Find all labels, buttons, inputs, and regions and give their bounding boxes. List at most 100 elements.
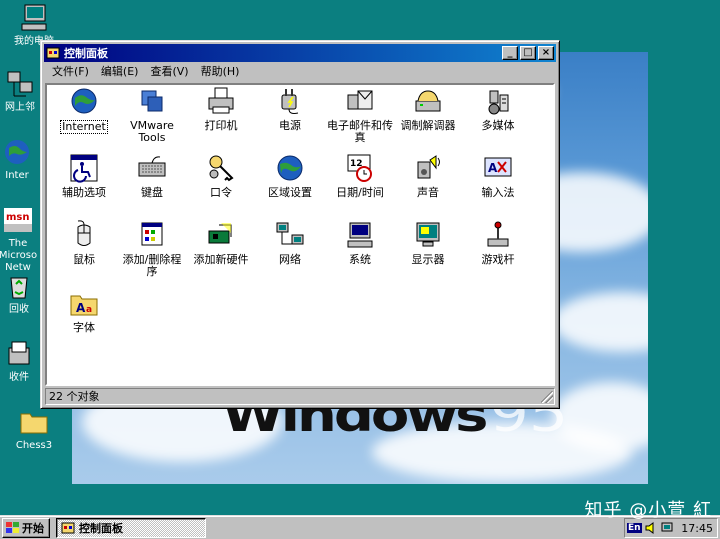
desktop-icon-inbox[interactable]: 收件 (0, 338, 44, 384)
accessibility-icon (70, 154, 98, 183)
applet-accessibility[interactable]: 辅助选项 (49, 152, 119, 199)
clock: 17:45 (681, 521, 713, 535)
applet-password-keys[interactable]: 口令 (186, 152, 256, 199)
applet-display-monitor[interactable]: 显示器 (393, 219, 463, 266)
applet-add-remove-programs[interactable]: 添加/删除程序 (117, 219, 187, 278)
applet-multimedia[interactable]: 多媒体 (463, 85, 533, 132)
mouse-icon (77, 220, 91, 246)
printer-icon (208, 87, 234, 114)
applet-label: 电源 (279, 119, 301, 132)
menu-view[interactable]: 查看(V) (144, 63, 194, 79)
applet-label: 口令 (210, 186, 232, 199)
window-title: 控制面板 (64, 47, 108, 60)
applet-mail-fax[interactable]: 电子邮件和传真 (325, 85, 395, 144)
applet-mouse[interactable]: 鼠标 (49, 219, 119, 266)
title-bar[interactable]: 控制面板 _ □ × (44, 44, 556, 62)
applet-add-hardware[interactable]: 添加新硬件 (186, 219, 256, 266)
network-icon (276, 222, 304, 245)
input-method-icon: A (484, 157, 512, 177)
recycle-bin-icon (10, 277, 28, 299)
applet-printer[interactable]: 打印机 (186, 85, 256, 132)
display-monitor-icon (416, 222, 440, 247)
applet-label: 输入法 (481, 186, 515, 199)
applet-label: VMware Tools (130, 119, 174, 144)
applet-label: 区域设置 (268, 186, 312, 199)
applet-label: 显示器 (411, 253, 445, 266)
desktop-icon-chess3[interactable]: Chess3 (0, 406, 69, 452)
system-computer-icon (347, 222, 373, 248)
modem-phone-icon (415, 90, 441, 112)
applet-regional-globe[interactable]: 区域设置 (255, 152, 325, 199)
fonts-folder-icon: Aa (70, 295, 98, 316)
applet-network[interactable]: 网络 (255, 219, 325, 266)
applet-joystick[interactable]: 游戏杆 (463, 219, 533, 266)
applet-internet-globe[interactable]: Internet (49, 85, 119, 134)
applet-label: 字体 (73, 321, 95, 334)
language-indicator[interactable]: En (627, 523, 642, 533)
folder-icon (20, 413, 48, 434)
applet-label: 系统 (349, 253, 371, 266)
internet-globe-icon (5, 140, 29, 164)
applet-label: 电子邮件和传真 (327, 119, 393, 144)
power-plug-icon (281, 89, 299, 114)
multimedia-icon (488, 90, 509, 115)
applet-date-time[interactable]: 12 日期/时间 (325, 152, 395, 199)
computer-icon (21, 4, 47, 31)
mail-fax-icon (347, 90, 373, 110)
add-hardware-icon (208, 223, 232, 244)
keyboard-icon (138, 156, 166, 177)
applet-label: 添加/删除程序 (122, 253, 182, 278)
joystick-icon (487, 221, 509, 247)
control-panel-icon (61, 522, 75, 533)
applet-label: 辅助选项 (62, 186, 106, 199)
sound-speaker-icon (417, 155, 440, 179)
applet-label: 声音 (417, 186, 439, 199)
internet-globe-icon (71, 88, 97, 114)
status-text: 22 个对象 (49, 390, 100, 403)
taskbar-item-control-panel[interactable]: 控制面板 (56, 517, 206, 538)
network-neighborhood-icon (7, 71, 33, 97)
regional-globe-icon (277, 155, 303, 181)
applet-modem-phone[interactable]: 调制解调器 (393, 85, 463, 132)
maximize-button[interactable]: □ (520, 46, 536, 60)
svg-text:a: a (86, 305, 92, 315)
applet-keyboard[interactable]: 键盘 (117, 152, 187, 199)
applet-label: 网络 (279, 253, 301, 266)
menu-file[interactable]: 文件(F) (46, 63, 95, 79)
svg-text:A: A (76, 301, 86, 315)
menu-edit[interactable]: 编辑(E) (95, 63, 145, 79)
inbox-icon (8, 341, 30, 365)
msn-icon: msn (4, 208, 32, 232)
control-panel-icon (46, 47, 60, 59)
watermark: 知乎 @小萱 紅 (584, 500, 712, 521)
resize-grip[interactable] (541, 391, 553, 403)
vmware-tools-icon (141, 90, 163, 112)
svg-text:msn: msn (6, 212, 30, 223)
applet-system-computer[interactable]: 系统 (325, 219, 395, 266)
status-bar: 22 个对象 (45, 388, 555, 405)
applet-sound-speaker[interactable]: 声音 (393, 152, 463, 199)
applet-label: 键盘 (141, 186, 163, 199)
desktop-icon-internet[interactable]: Inter (0, 136, 40, 182)
start-button[interactable]: 开始 (2, 517, 50, 538)
minimize-button[interactable]: _ (502, 46, 518, 60)
applet-label: Internet (60, 120, 108, 134)
network-tray-icon[interactable] (660, 521, 674, 535)
desktop-icon-msn[interactable]: msn The Microso Netw (0, 204, 42, 274)
windows-flag-icon (6, 521, 19, 533)
menu-help[interactable]: 帮助(H) (195, 63, 246, 79)
close-button[interactable]: × (538, 46, 554, 60)
applet-fonts-folder[interactable]: Aa 字体 (49, 287, 119, 334)
control-panel-content: Internet VMware Tools 打印机 电源 电子邮件和传真 调制解调器 多媒体… (45, 83, 555, 386)
applet-label: 日期/时间 (336, 186, 384, 199)
svg-text:A: A (488, 161, 498, 175)
desktop-icon-recycle-bin[interactable]: 回收 (0, 270, 44, 316)
applet-label: 游戏杆 (481, 253, 515, 266)
password-keys-icon (209, 155, 234, 182)
applet-input-method[interactable]: A 输入法 (463, 152, 533, 199)
control-panel-window: 控制面板 _ □ × 文件(F) 编辑(E) 查看(V) 帮助(H) Inter… (40, 40, 560, 409)
volume-icon[interactable] (644, 521, 658, 535)
menu-bar: 文件(F) 编辑(E) 查看(V) 帮助(H) (44, 62, 556, 80)
applet-vmware-tools[interactable]: VMware Tools (117, 85, 187, 144)
applet-power-plug[interactable]: 电源 (255, 85, 325, 132)
